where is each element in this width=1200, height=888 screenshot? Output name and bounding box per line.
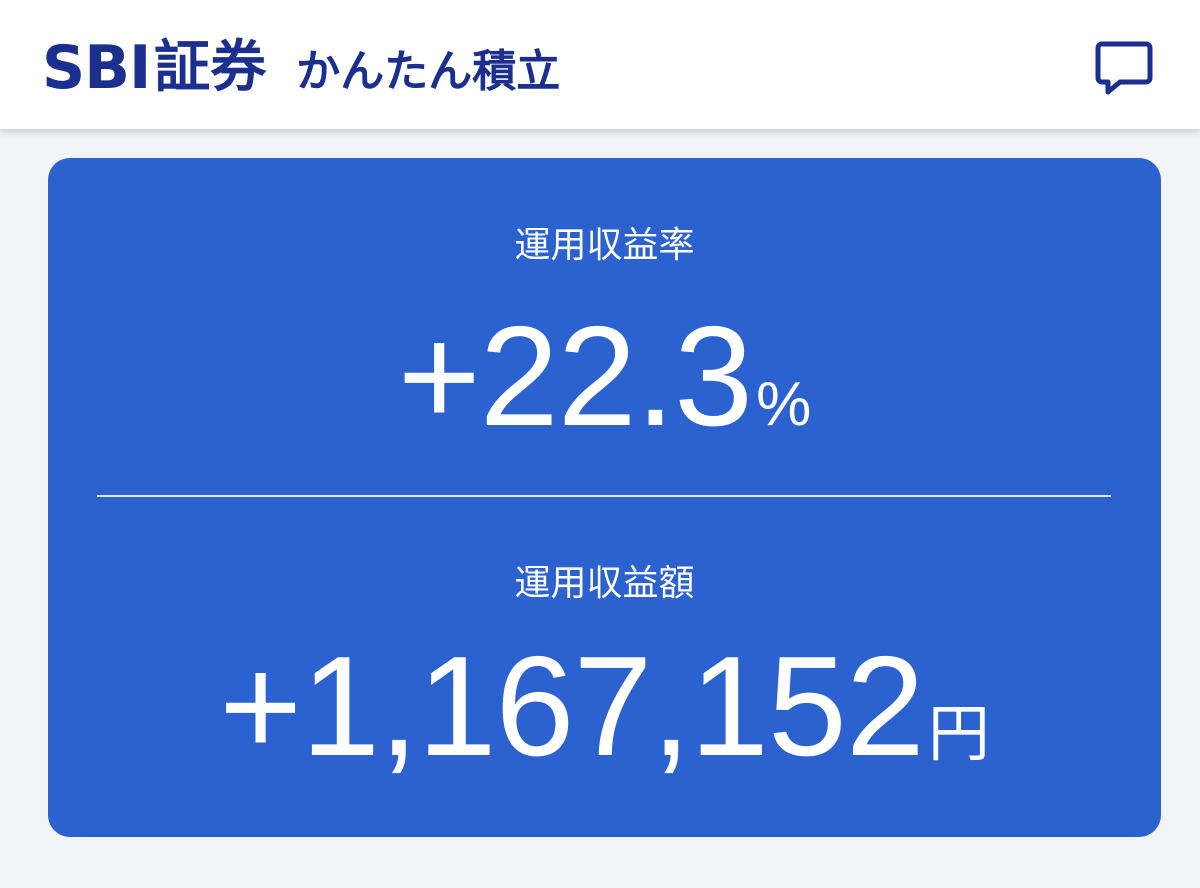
return-rate-unit: % [756,370,812,439]
return-amount-unit: 円 [927,700,990,769]
return-rate-label: 運用収益率 [514,225,695,266]
brand-name-jp: 証券 [154,35,267,100]
return-amount-number: +1,167,152 [219,627,925,786]
divider [97,495,1111,497]
service-name: かんたん積立 [296,46,561,97]
chat-bubble-icon [1095,41,1153,95]
performance-summary-card[interactable]: 運用収益率 +22.3% 運用収益額 +1,167,152円 [48,158,1161,837]
return-amount-value: +1,167,152円 [48,636,1161,778]
return-rate-value: +22.3% [48,306,1161,448]
chat-button[interactable] [1092,36,1156,100]
sbi-logo[interactable]: SBI 証券 かんたん積立 [42,28,560,108]
brand-name: SBI [42,33,151,103]
return-amount-label: 運用収益額 [514,563,695,604]
return-rate-number: +22.3 [397,297,753,456]
app-header: SBI 証券 かんたん積立 [0,0,1200,130]
